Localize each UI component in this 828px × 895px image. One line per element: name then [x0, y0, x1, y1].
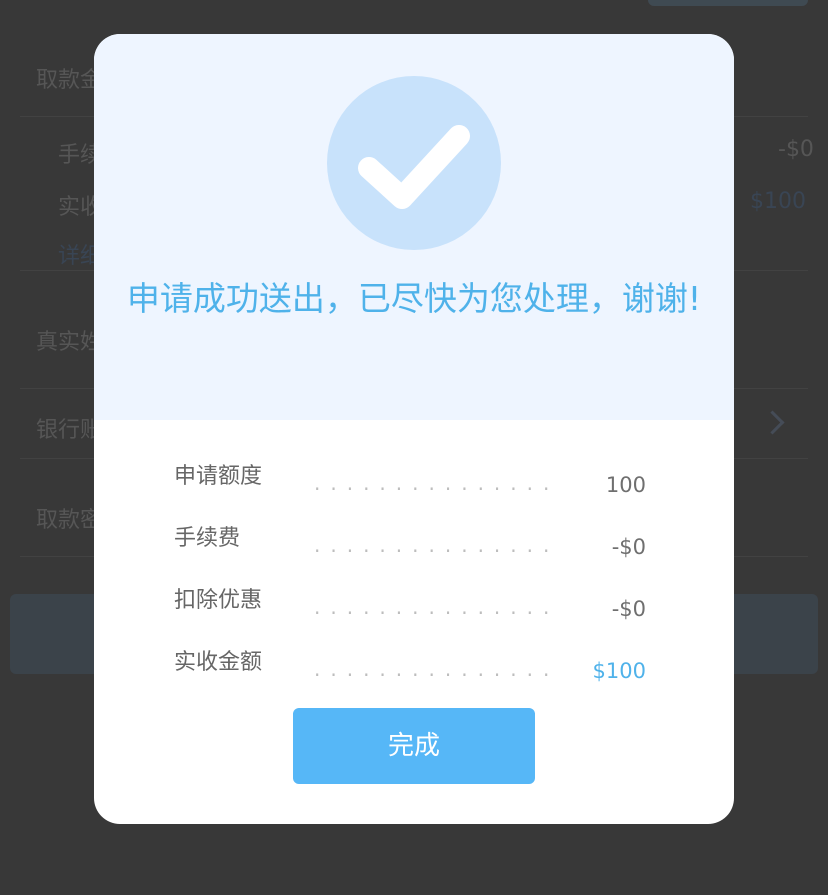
detail-label: 手续费: [174, 526, 241, 551]
detail-label: 扣除优惠: [174, 588, 263, 613]
check-circle-icon: [327, 76, 501, 250]
dot-leader: ...............: [314, 533, 560, 557]
detail-value: $100: [592, 659, 646, 683]
dot-leader: ...............: [314, 657, 560, 681]
dialog-header: 申请成功送出，已尽快为您处理，谢谢!: [94, 34, 734, 420]
detail-value: 100: [605, 473, 646, 497]
detail-value: -$0: [611, 535, 646, 559]
success-message: 申请成功送出，已尽快为您处理，谢谢!: [126, 279, 702, 318]
detail-label: 申请额度: [174, 464, 263, 489]
done-button[interactable]: 完成: [293, 708, 535, 784]
detail-row-apply-amount: 申请额度 ............... 100: [174, 462, 646, 502]
dot-leader: ...............: [314, 595, 560, 619]
detail-row-received: 实收金额 ............... $100: [174, 648, 646, 688]
detail-row-discount: 扣除优惠 ............... -$0: [174, 586, 646, 626]
success-dialog: 申请成功送出，已尽快为您处理，谢谢! 申请额度 ............... …: [94, 34, 734, 824]
detail-value: -$0: [611, 597, 646, 621]
dot-leader: ...............: [314, 471, 560, 495]
detail-label: 实收金额: [174, 650, 263, 675]
detail-row-fee: 手续费 ............... -$0: [174, 524, 646, 564]
